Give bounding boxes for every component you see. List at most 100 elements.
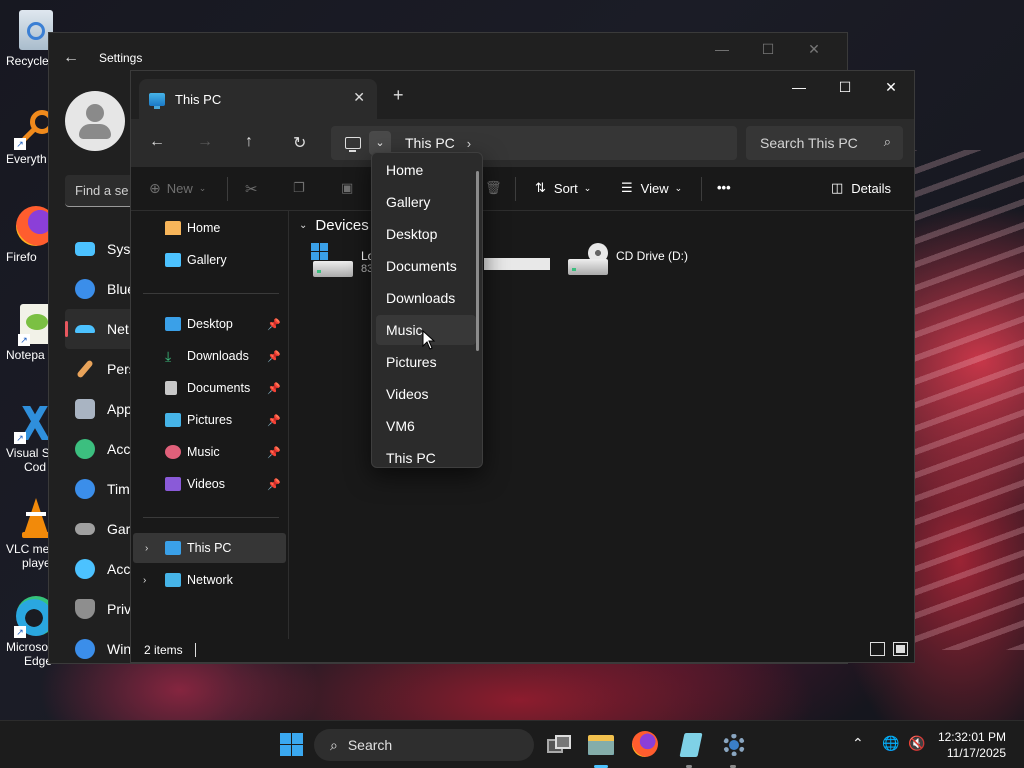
explorer-tab[interactable]: This PC ✕ [139, 79, 377, 119]
chevron-down-icon: ⌄ [674, 182, 683, 193]
breadcrumb-dropdown: Home Gallery Desktop Documents Downloads… [371, 152, 483, 468]
breadcrumb-chevron-icon[interactable]: › [467, 136, 471, 151]
settings-nav-label: Net [107, 321, 129, 337]
speaker-muted-icon[interactable]: 🔇 [908, 735, 925, 752]
dropdown-item-pictures[interactable]: Pictures [376, 347, 476, 377]
devices-group-header[interactable]: ⌄ Devices a [299, 217, 381, 234]
drive-local-disk[interactable]: Lo 83 [311, 243, 374, 281]
delete-icon[interactable]: 🗑 [485, 180, 502, 196]
bluetooth-icon [75, 279, 95, 299]
dropdown-item-home[interactable]: Home [376, 155, 476, 185]
dropdown-scrollbar[interactable] [476, 171, 479, 351]
details-view-icon[interactable] [870, 642, 885, 656]
nav-item-videos[interactable]: Videos 📌 [131, 469, 289, 499]
view-button[interactable]: ☰ View ⌄ [621, 180, 682, 196]
nav-item-documents[interactable]: Documents 📌 [131, 373, 289, 403]
file-explorer-taskbar-icon[interactable] [588, 731, 616, 759]
gaming-icon [75, 523, 95, 535]
pin-icon[interactable]: 📌 [267, 414, 281, 427]
dropdown-item-downloads[interactable]: Downloads [376, 283, 476, 313]
dropdown-item-vm6[interactable]: VM6 [376, 411, 476, 441]
clock[interactable]: 12:32:01 PM 11/17/2025 [938, 729, 1006, 761]
nav-item-downloads[interactable]: ⤓ Downloads 📌 [131, 341, 289, 371]
gallery-icon [165, 253, 181, 267]
drive-name: CD Drive (D:) [616, 249, 688, 263]
details-button[interactable]: ◫ Details [831, 180, 891, 196]
nav-item-desktop[interactable]: Desktop 📌 [131, 309, 289, 339]
details-label: Details [851, 180, 892, 196]
nav-item-gallery[interactable]: Gallery [131, 245, 289, 275]
nav-label: Music [187, 445, 220, 459]
dropdown-item-desktop[interactable]: Desktop [376, 219, 476, 249]
chevron-right-icon[interactable]: › [143, 575, 146, 586]
drive-usage-bar [484, 258, 550, 270]
new-button[interactable]: ⊕ New ⌄ [149, 180, 206, 197]
plus-circle-icon: ⊕ [149, 180, 161, 196]
tab-close-icon[interactable]: ✕ [353, 89, 365, 106]
dropdown-item-videos[interactable]: Videos [376, 379, 476, 409]
chevron-up-icon[interactable]: ⌃ [852, 735, 864, 752]
copy-icon[interactable]: ❐ [293, 180, 305, 196]
close-icon[interactable]: ✕ [791, 41, 837, 58]
tiles-view-icon[interactable] [893, 642, 908, 656]
cut-icon[interactable]: ✂ [245, 180, 258, 198]
pin-icon[interactable]: 📌 [267, 350, 281, 363]
forward-arrow-icon[interactable]: → [197, 133, 213, 151]
avatar-head [86, 104, 104, 122]
dropdown-item-this-pc[interactable]: This PC [376, 443, 476, 467]
start-windows-icon[interactable] [278, 731, 306, 759]
this-pc-icon [149, 92, 165, 109]
search-icon: ⌕ [883, 134, 891, 149]
time-language-icon [75, 479, 95, 499]
nav-label: This PC [187, 541, 232, 555]
user-avatar[interactable] [65, 91, 125, 151]
drive-cd-drive[interactable]: CD Drive (D:) [566, 243, 688, 281]
taskbar-search[interactable]: ⌕ Search [314, 729, 534, 761]
close-icon[interactable]: ✕ [868, 71, 914, 103]
nav-item-music[interactable]: Music 📌 [131, 437, 289, 467]
back-arrow-icon[interactable]: ← [149, 133, 165, 151]
up-arrow-icon[interactable]: ↑ [245, 133, 253, 151]
back-arrow-icon[interactable]: ← [63, 49, 85, 67]
status-bar: 2 items [131, 637, 914, 662]
maximize-icon[interactable]: ☐ [822, 71, 868, 103]
firefox-taskbar-icon[interactable] [632, 731, 658, 757]
nav-item-pictures[interactable]: Pictures 📌 [131, 405, 289, 435]
network-icon [165, 573, 181, 587]
settings-nav-label: Win [107, 641, 132, 657]
sort-button[interactable]: ⇅ Sort ⌄ [535, 180, 591, 196]
globe-icon[interactable]: 🌐 [882, 735, 899, 752]
wallpaper-stripes [900, 150, 1024, 650]
more-options-icon[interactable]: ••• [717, 180, 731, 195]
nav-item-network[interactable]: › Network [131, 565, 289, 595]
navigation-pane: Home Gallery Desktop 📌 ⤓ Downloads 📌 Doc… [131, 211, 289, 639]
pin-icon[interactable]: 📌 [267, 382, 281, 395]
search-input[interactable]: Search This PC ⌕ [746, 126, 903, 160]
nav-item-this-pc[interactable]: › This PC [133, 533, 286, 563]
shortcut-arrow-icon: ↗ [14, 138, 26, 150]
pin-icon[interactable]: 📌 [267, 446, 281, 459]
maximize-icon[interactable]: ☐ [745, 41, 791, 58]
pin-icon[interactable]: 📌 [267, 318, 281, 331]
dropdown-item-documents[interactable]: Documents [376, 251, 476, 281]
privacy-icon [75, 599, 95, 619]
minimize-icon[interactable]: — [776, 71, 822, 103]
chevron-right-icon[interactable]: › [145, 543, 148, 554]
nav-item-home[interactable]: Home [131, 213, 289, 243]
pin-icon[interactable]: 📌 [267, 478, 281, 491]
videos-icon [165, 477, 181, 491]
minimize-icon[interactable]: — [699, 41, 745, 58]
refresh-icon[interactable]: ↻ [293, 133, 306, 153]
settings-gear-taskbar-icon[interactable] [720, 731, 748, 759]
new-tab-plus-icon[interactable]: + [393, 85, 404, 106]
task-view-icon[interactable] [545, 731, 573, 759]
dropdown-item-gallery[interactable]: Gallery [376, 187, 476, 217]
settings-nav-label: Acc [107, 561, 131, 577]
command-bar: ⊕ New ⌄ ✂ ❐ ▣ 🗑 ⇅ Sort ⌄ ☰ View ⌄ ••• ◫ … [131, 167, 914, 211]
pictures-icon [165, 413, 181, 427]
view-label: View [640, 180, 669, 196]
clock-date: 11/17/2025 [946, 746, 1006, 760]
notepad-taskbar-icon[interactable] [678, 731, 706, 759]
paste-icon[interactable]: ▣ [341, 180, 353, 196]
breadcrumb-this-pc[interactable]: This PC [405, 135, 455, 151]
